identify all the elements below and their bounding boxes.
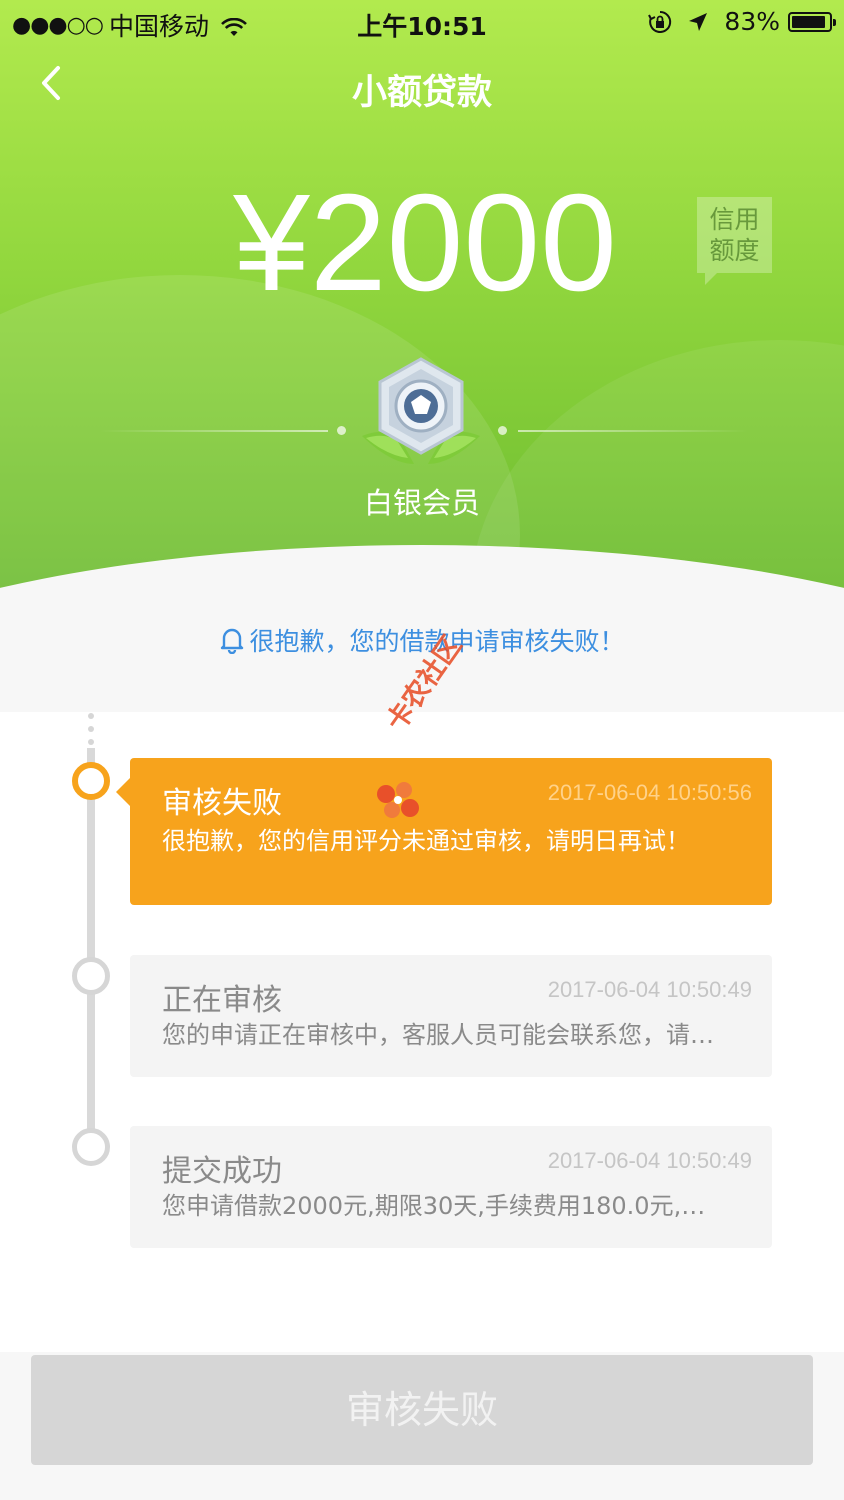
- timeline-line: [87, 748, 95, 1148]
- battery-icon: [788, 11, 836, 32]
- rotation-lock-icon: [648, 10, 672, 34]
- card-time: 2017-06-04 10:50:49: [547, 977, 752, 1002]
- card-title: 提交成功: [162, 1154, 282, 1189]
- credit-limit-tag: 信用 额度: [697, 197, 772, 285]
- location-arrow-icon: [686, 10, 710, 34]
- card-desc: 您的申请正在审核中，客服人员可能会联系您，请保持电话畅通: [162, 1021, 726, 1049]
- timeline-dots: [87, 713, 95, 752]
- divider-dot: [337, 426, 346, 435]
- timeline-node-active: [72, 762, 110, 800]
- card-desc: 您申请借款2000元,期限30天,手续费用180.0元,请耐心等待: [162, 1192, 726, 1220]
- member-level-label: 白银会员: [363, 486, 480, 520]
- divider-dot: [498, 426, 507, 435]
- battery-percent: 83%: [724, 7, 780, 36]
- silver-member-badge-icon: [356, 356, 486, 476]
- divider-line: [100, 430, 328, 432]
- timeline-node: [72, 957, 110, 995]
- timeline-card-reviewing: 正在审核 2017-06-04 10:50:49 您的申请正在审核中，客服人员可…: [130, 955, 772, 1077]
- card-desc: 很抱歉，您的信用评分未通过审核，请明日再试！: [162, 827, 690, 855]
- bell-icon: [219, 626, 245, 655]
- credit-amount: ¥2000: [233, 166, 617, 320]
- card-title: 正在审核: [162, 983, 282, 1018]
- page-title: 小额贷款: [351, 73, 492, 113]
- card-time: 2017-06-04 10:50:56: [547, 780, 752, 805]
- timeline-node: [72, 1128, 110, 1166]
- timeline-card-submitted: 提交成功 2017-06-04 10:50:49 您申请借款2000元,期限30…: [130, 1126, 772, 1248]
- status-bar: ●●●○○ 中国移动 上午10:51 83%: [0, 0, 844, 42]
- credit-tag-line1: 信用: [709, 205, 760, 234]
- card-title: 审核失败: [162, 786, 282, 821]
- card-time: 2017-06-04 10:50:49: [547, 1148, 752, 1173]
- divider-line: [518, 430, 748, 432]
- credit-tag-line2: 额度: [709, 236, 760, 265]
- status-button[interactable]: 审核失败: [31, 1355, 813, 1465]
